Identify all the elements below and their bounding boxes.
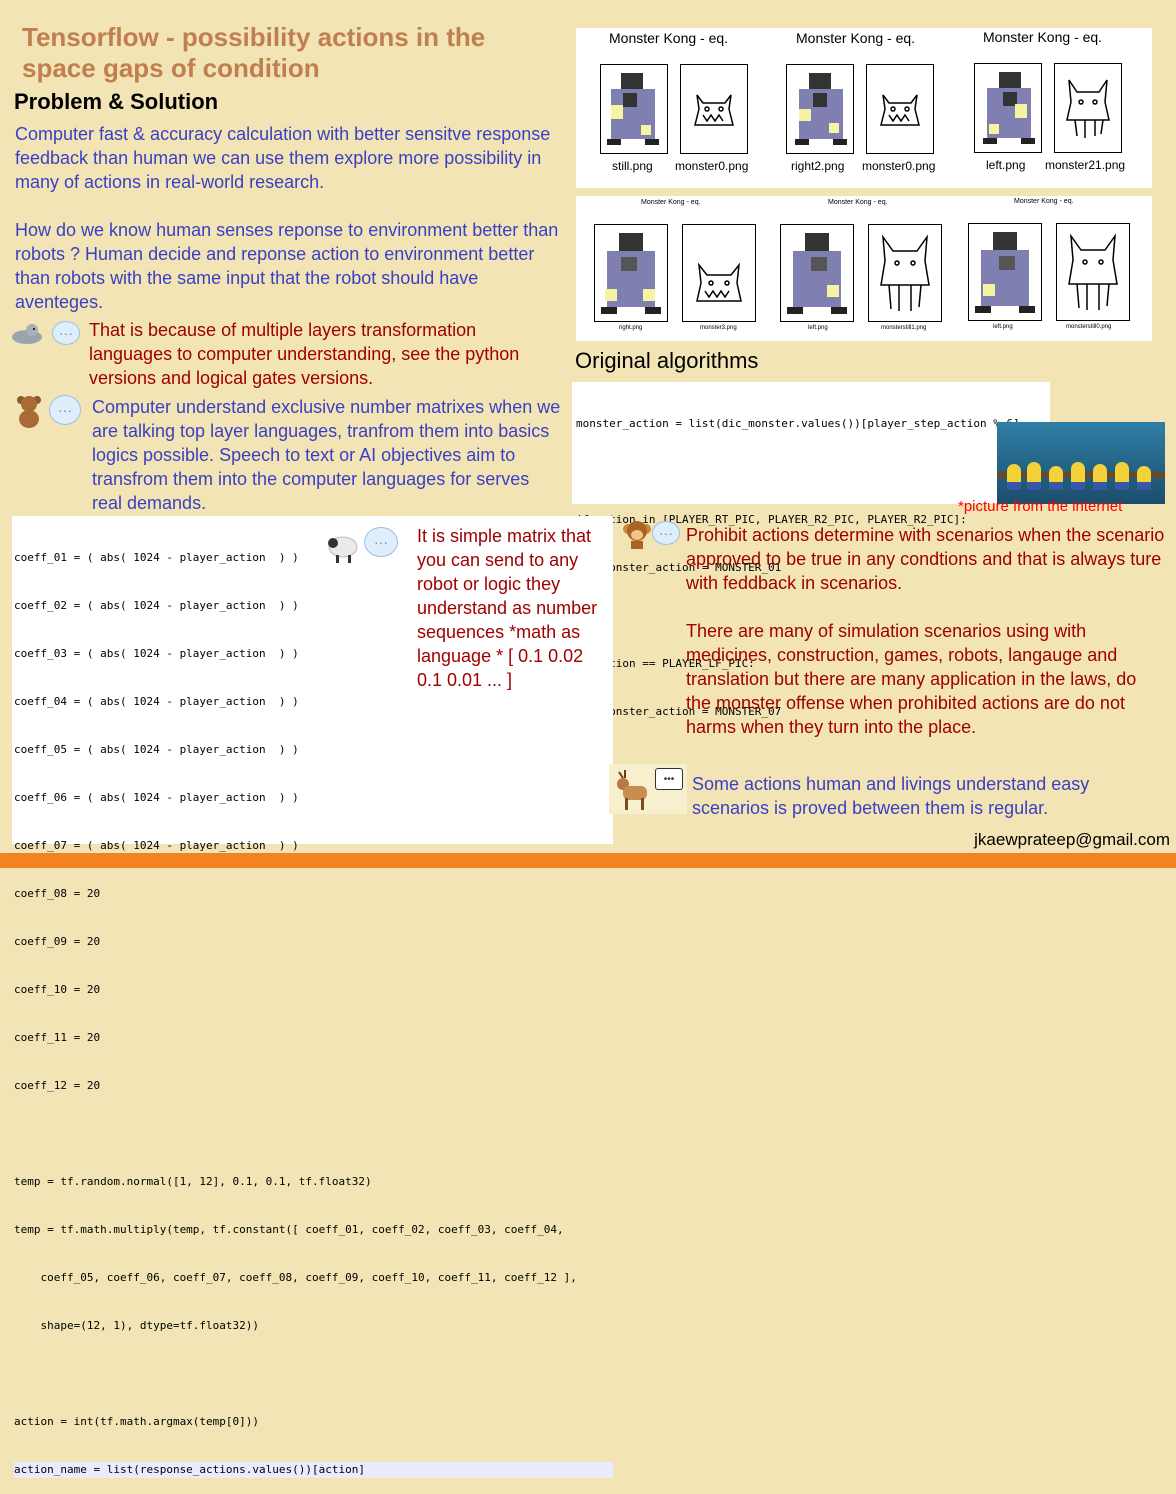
- footer-bar: [0, 853, 1176, 868]
- speech-bubble-icon: •••: [655, 768, 683, 790]
- paragraph-matrixes: Computer understand exclusive number mat…: [92, 397, 561, 513]
- code-line: monster_action = list(dic_monster.values…: [576, 417, 1020, 430]
- seal-icon: [10, 318, 44, 348]
- image-caption: left.png: [993, 324, 1013, 330]
- paragraph-layers: That is because of multiple layers trans…: [89, 320, 520, 388]
- monster-sprite-image: [1054, 63, 1122, 153]
- goat-icon: [611, 768, 651, 817]
- player-sprite-image: [786, 64, 854, 154]
- paragraph-intro: Computer fast & accuracy calculation wit…: [15, 124, 551, 192]
- image-caption: left.png: [808, 325, 828, 331]
- chat-bubble-icon: ···: [364, 527, 398, 557]
- section-heading: Problem & Solution: [14, 89, 219, 114]
- monster-sprite-image: [682, 224, 756, 322]
- plot-title: Monster Kong - eq.: [828, 199, 888, 206]
- image-caption: monster0.png: [862, 159, 936, 173]
- algorithms-heading: Original algorithms: [575, 348, 759, 373]
- sheep-chat-image: ···: [322, 521, 400, 573]
- monkey-icon: [620, 516, 654, 550]
- code-line: shape=(12, 1), dtype=tf.float32)): [14, 1319, 260, 1332]
- player-sprite-image: [780, 224, 854, 322]
- code-line: temp = tf.math.multiply(temp, tf.constan…: [14, 1223, 564, 1236]
- author-email: jkaewprateep@gmail.com: [974, 830, 1170, 849]
- image-caption: monsterstill1.png: [881, 325, 927, 331]
- goat-chat-image: •••: [609, 764, 687, 814]
- chat-bubble-icon: ···: [49, 395, 81, 425]
- paragraph-simulation: There are many of simulation scenarios u…: [686, 621, 1137, 737]
- code-line: coeff_10 = 20: [14, 983, 101, 996]
- code-line: action = int(tf.math.argmax(temp[0])): [14, 1415, 260, 1428]
- code-line: action_name = list(response_actions.valu…: [14, 1462, 613, 1478]
- plot-title: Monster Kong - eq.: [1014, 198, 1074, 205]
- image-caption: right2.png: [791, 159, 845, 173]
- code-line: coeff_11 = 20: [14, 1031, 101, 1044]
- image-caption: still.png: [612, 159, 653, 173]
- plot-title: Monster Kong - eq.: [641, 199, 701, 206]
- code-line: coeff_04 = ( abs( 1024 - player_action )…: [14, 695, 299, 708]
- chat-bubble-icon: ···: [52, 321, 80, 345]
- page-title: Tensorflow - possibility actions in the …: [22, 22, 486, 83]
- chat-bubble-icon: ···: [652, 521, 680, 545]
- plot-title: Monster Kong - eq.: [796, 30, 916, 46]
- player-sprite-image: [968, 223, 1042, 321]
- plot-title: Monster Kong - eq.: [983, 29, 1103, 45]
- code-line: temp = tf.random.normal([1, 12], 0.1, 0.…: [14, 1175, 372, 1188]
- monster-sprite-image: [1056, 223, 1130, 321]
- matrix-explanation: It is simple matrix that you can send to…: [417, 526, 598, 690]
- teddy-bear-icon: [12, 394, 46, 428]
- code-line: coeff_09 = 20: [14, 935, 101, 948]
- image-caption: monster0.png: [675, 159, 749, 173]
- code-line: coeff_08 = 20: [14, 887, 101, 900]
- plot-title: Monster Kong - eq.: [609, 30, 729, 46]
- image-caption: monsterstill0.png: [1066, 324, 1112, 330]
- monster-sprite-image: [868, 224, 942, 322]
- sheep-icon: [326, 529, 360, 570]
- player-sprite-image: [594, 224, 668, 322]
- code-line: coeff_07 = ( abs( 1024 - player_action )…: [14, 839, 299, 852]
- player-sprite-image: [974, 63, 1042, 153]
- image-caption: monster3.png: [700, 325, 737, 331]
- image-caption: right.png: [619, 325, 643, 331]
- paragraph-regular: Some actions human and livings understan…: [692, 774, 1090, 818]
- minions-picture: [997, 422, 1165, 504]
- player-sprite-image: [600, 64, 668, 154]
- image-caption: monster21.png: [1045, 158, 1126, 172]
- code-line: coeff_12 = 20: [14, 1079, 101, 1092]
- paragraph-question: How do we know human senses reponse to e…: [15, 220, 559, 312]
- algorithm-code-block: monster_action = list(dic_monster.values…: [572, 382, 1050, 718]
- monster-panel-bottom: Monster Kong - eq. Monster Kong - eq. Mo…: [576, 196, 1152, 341]
- monster-sprite-image: [680, 64, 748, 154]
- picture-credit-note: *picture from the internet: [958, 498, 1123, 515]
- paragraph-prohibit: Prohibit actions determine with scenario…: [686, 525, 1165, 593]
- code-line: coeff_05, coeff_06, coeff_07, coeff_08, …: [14, 1271, 577, 1284]
- monster-panel-top: Monster Kong - eq. Monster Kong - eq. Mo…: [576, 28, 1152, 188]
- code-line: coeff_05 = ( abs( 1024 - player_action )…: [14, 743, 299, 756]
- code-line: coeff_06 = ( abs( 1024 - player_action )…: [14, 791, 299, 804]
- image-caption: left.png: [986, 158, 1026, 172]
- monster-sprite-image: [866, 64, 934, 154]
